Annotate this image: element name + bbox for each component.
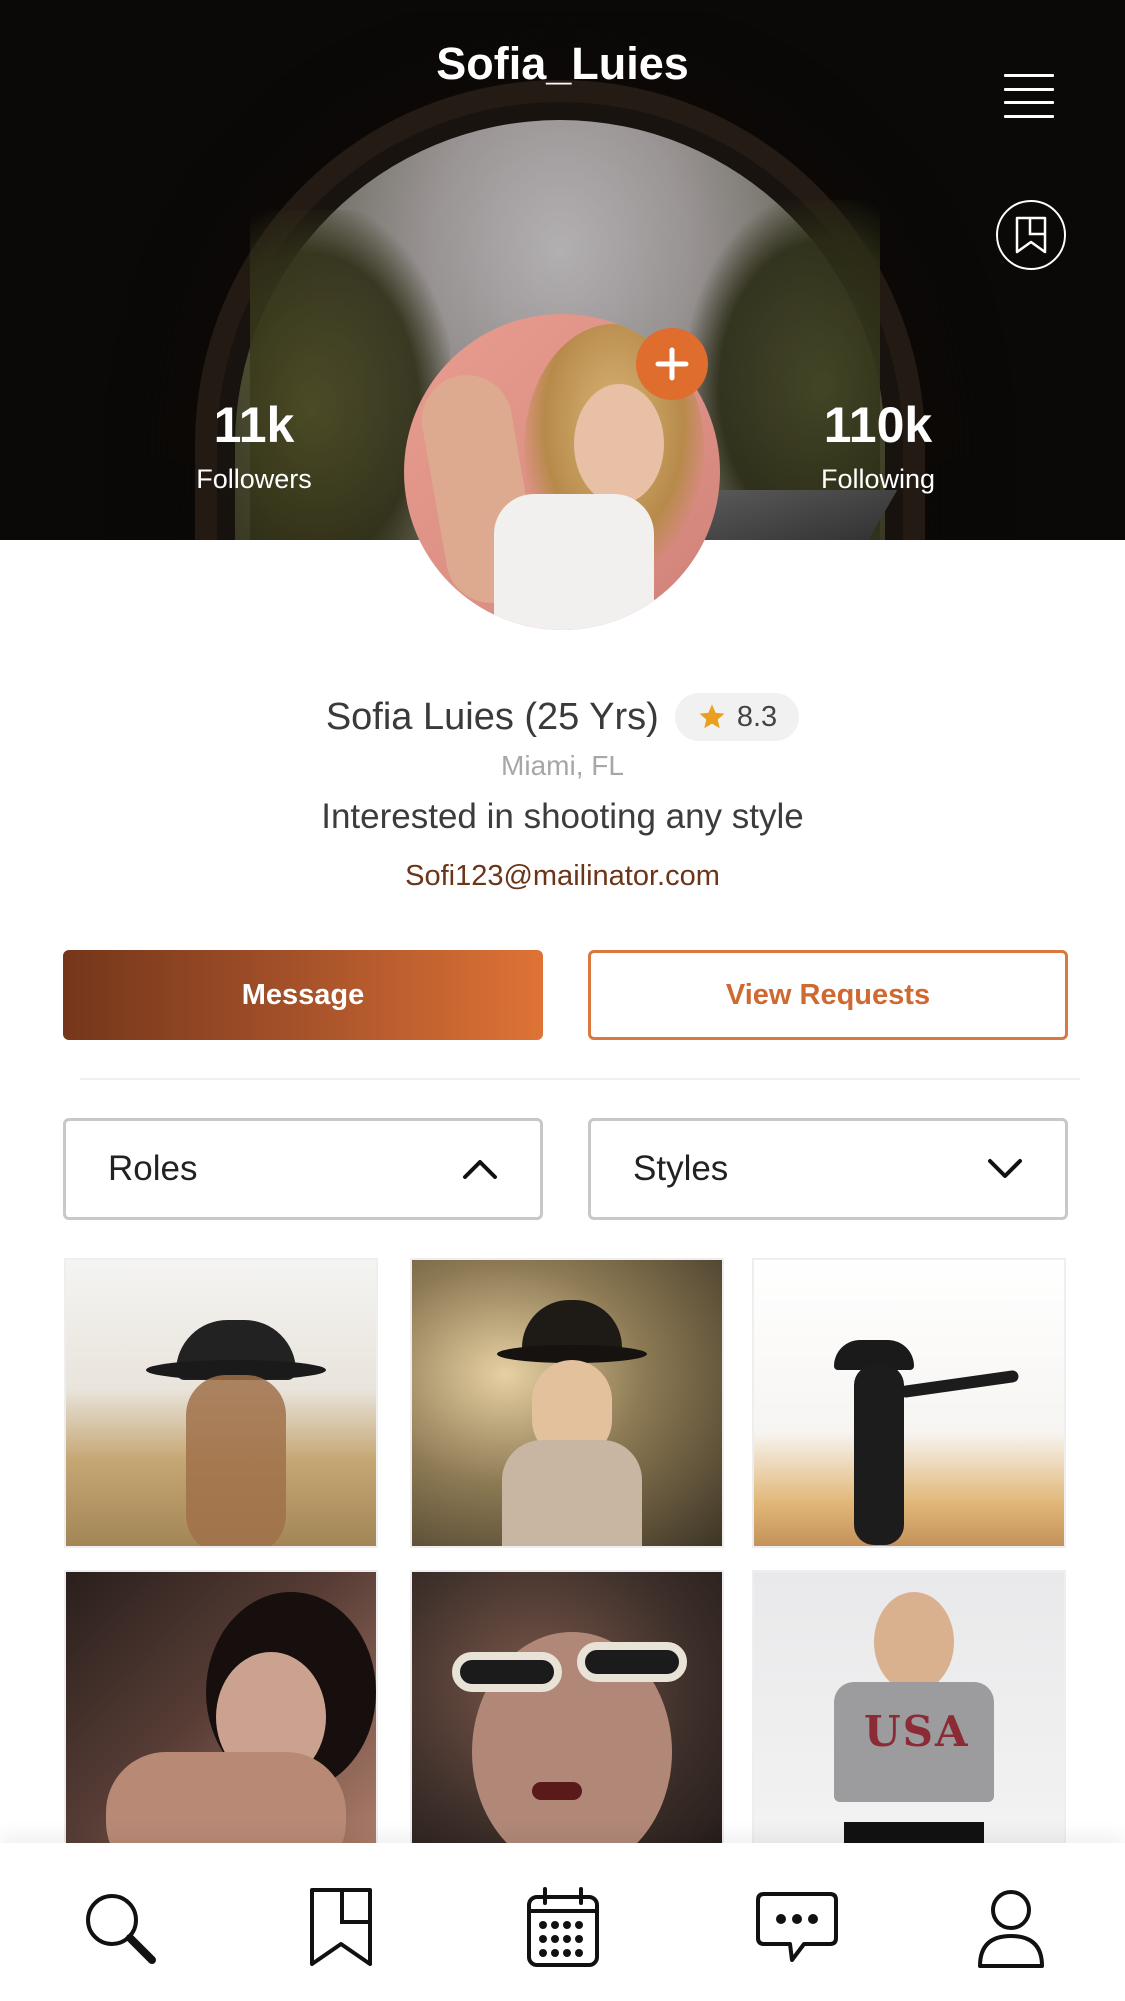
roles-label: Roles [108, 1149, 198, 1188]
styles-dropdown[interactable]: Styles [588, 1118, 1068, 1220]
gallery-photo[interactable] [64, 1570, 378, 1860]
roles-dropdown[interactable]: Roles [63, 1118, 543, 1220]
email-link[interactable]: Sofi123@mailinator.com [0, 860, 1125, 893]
add-photo-plus-icon[interactable] [636, 328, 708, 400]
search-icon[interactable] [75, 1883, 165, 1973]
gallery-photo[interactable]: USA [752, 1570, 1066, 1860]
location: Miami, FL [501, 750, 624, 781]
bottom-tab-bar [0, 1843, 1125, 2001]
rating-badge: 8.3 [674, 693, 800, 741]
following-label: Following [820, 464, 936, 494]
followers-label: Followers [196, 464, 312, 494]
message-button[interactable]: Message [63, 950, 543, 1040]
calendar-icon[interactable] [518, 1883, 608, 1973]
profile-icon[interactable] [966, 1883, 1056, 1973]
star-icon [699, 704, 725, 729]
page-title: Sofia_Luies [436, 38, 689, 89]
chat-icon[interactable] [742, 1883, 852, 1973]
name-row: Sofia Luies (25 Yrs) 8.3 [0, 693, 1125, 741]
profile-name: Sofia Luies (25 Yrs) [325, 695, 659, 738]
gallery-photo[interactable] [410, 1258, 724, 1548]
gallery-photo[interactable] [410, 1570, 724, 1860]
rating-value: 8.3 [736, 700, 778, 733]
following-stat[interactable]: 110k Following [778, 400, 978, 495]
followers-count: 11k [213, 397, 295, 453]
bookmark-flag-icon[interactable] [996, 200, 1066, 270]
gallery-photo[interactable] [64, 1258, 378, 1548]
chevron-down-icon [988, 1159, 1022, 1178]
divider [80, 1078, 1080, 1080]
following-count: 110k [823, 397, 933, 453]
bio: Interested in shooting any style [321, 797, 804, 836]
gallery-photo[interactable] [752, 1258, 1066, 1548]
chevron-up-icon [463, 1160, 497, 1179]
followers-stat[interactable]: 11k Followers [154, 400, 354, 495]
styles-label: Styles [633, 1149, 729, 1188]
hamburger-menu-icon[interactable] [1004, 74, 1054, 118]
view-requests-button[interactable]: View Requests [588, 950, 1068, 1040]
bookmark-icon[interactable] [296, 1883, 386, 1973]
